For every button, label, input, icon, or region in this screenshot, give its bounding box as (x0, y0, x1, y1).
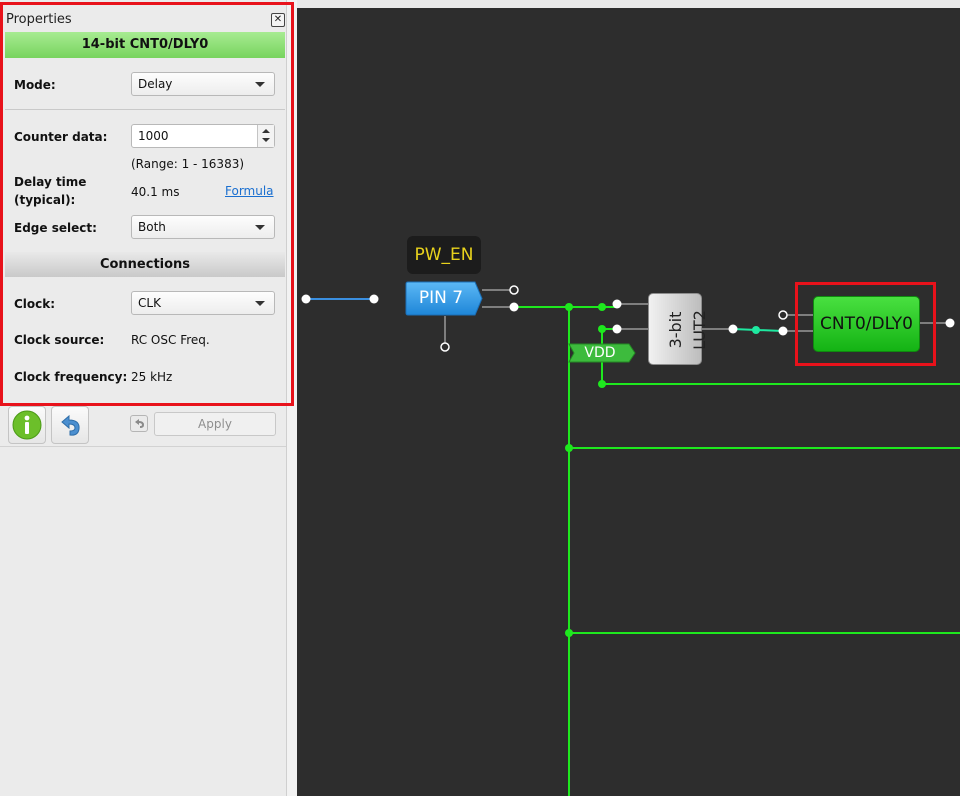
junction-node (565, 303, 573, 311)
pin-open-node (440, 342, 450, 352)
pin-net-label[interactable]: PW_EN (407, 236, 481, 274)
junction-node (565, 444, 573, 452)
wire-node (945, 318, 955, 328)
lut2-label: 3-bit LUT2 (666, 310, 709, 350)
cnt-open-node (778, 310, 788, 320)
junction-node (565, 629, 573, 637)
pin7-block[interactable]: PIN 7 (405, 281, 483, 316)
wire-node (301, 294, 311, 304)
pin7-label: PIN 7 (418, 288, 464, 308)
wire-node (728, 324, 738, 334)
wire-node (612, 299, 622, 309)
wire-node (612, 324, 622, 334)
wire-node (778, 326, 788, 336)
schematic-wires (301, 285, 960, 796)
junction-node (598, 380, 606, 388)
pin-open-node (509, 285, 519, 295)
wire-node (509, 302, 519, 312)
wire-node (369, 294, 379, 304)
junction-node (598, 303, 606, 311)
vdd-label: VDD (584, 345, 616, 361)
vdd-tag[interactable]: VDD (568, 343, 636, 363)
block-highlight-box (795, 282, 936, 366)
lut2-block[interactable]: 3-bit LUT2 (648, 293, 709, 365)
junction-node (598, 325, 606, 333)
junction-node (752, 326, 760, 334)
